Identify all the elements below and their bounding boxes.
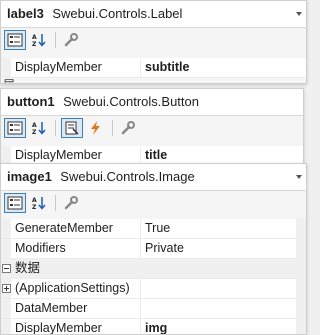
scrollbar[interactable] — [296, 218, 306, 334]
collapse-icon[interactable] — [2, 264, 11, 273]
alphabetical-icon[interactable]: AZ — [28, 193, 50, 213]
partial-text: 属 — [3, 79, 15, 83]
property-row[interactable]: DataMember — [1, 299, 306, 319]
object-name: image1 — [7, 169, 52, 184]
svg-text:Z: Z — [32, 41, 37, 47]
chevron-down-icon[interactable] — [296, 175, 302, 179]
object-type: Swebui.Controls.Button — [63, 94, 199, 109]
toolbar-separator — [55, 195, 56, 211]
object-type: Swebui.Controls.Label — [52, 6, 183, 21]
property-value[interactable]: Private — [145, 239, 184, 258]
svg-text:Z: Z — [32, 129, 37, 135]
property-name: Modifiers — [15, 239, 141, 258]
object-selector[interactable]: image1 Swebui.Controls.Image — [1, 164, 306, 191]
object-selector[interactable]: label3 Swebui.Controls.Label — [1, 1, 306, 28]
wrench-icon[interactable] — [61, 30, 83, 50]
object-name: label3 — [7, 6, 44, 21]
alphabetical-icon[interactable]: AZ — [28, 30, 50, 50]
svg-text:A: A — [32, 122, 37, 129]
toolbar-separator — [112, 120, 113, 136]
categorized-icon[interactable] — [4, 118, 26, 138]
row-margin — [1, 219, 11, 238]
category-row[interactable]: 数据 — [1, 259, 306, 279]
svg-text:A: A — [32, 197, 37, 204]
properties-panel-image1: image1 Swebui.Controls.Image AZ Generate… — [0, 163, 307, 335]
object-selector[interactable]: button1 Swebui.Controls.Button — [1, 89, 303, 116]
property-row[interactable]: Modifiers Private — [1, 239, 306, 259]
toolbar-separator — [55, 120, 56, 136]
property-row[interactable]: DisplayMember subtitle — [1, 58, 306, 78]
row-margin — [1, 239, 11, 258]
object-name: button1 — [7, 94, 55, 109]
properties-panel-label3: label3 Swebui.Controls.Label AZ DisplayM… — [0, 0, 307, 84]
object-type: Swebui.Controls.Image — [60, 169, 195, 184]
property-row[interactable]: (ApplicationSettings) — [1, 279, 306, 299]
property-grid: GenerateMember True Modifiers Private 数据… — [1, 219, 306, 334]
property-value[interactable]: True — [145, 219, 170, 238]
property-name: DisplayMember — [15, 58, 141, 77]
property-value[interactable]: subtitle — [145, 58, 189, 77]
property-name: GenerateMember — [15, 219, 141, 238]
alphabetical-icon[interactable]: AZ — [28, 118, 50, 138]
toolbar: AZ — [1, 116, 303, 140]
categorized-icon[interactable] — [4, 30, 26, 50]
property-name: (ApplicationSettings) — [15, 279, 141, 298]
property-name: DataMember — [15, 299, 141, 318]
categorized-icon[interactable] — [4, 193, 26, 213]
toolbar: AZ — [1, 28, 306, 52]
row-margin — [1, 299, 11, 318]
toolbar-separator — [55, 32, 56, 48]
toolbar: AZ — [1, 191, 306, 215]
property-row[interactable]: GenerateMember True — [1, 219, 306, 239]
row-margin — [1, 58, 11, 77]
category-name: 数据 — [15, 261, 41, 275]
wrench-icon[interactable] — [61, 193, 83, 213]
svg-text:Z: Z — [32, 204, 37, 210]
expand-icon[interactable] — [2, 284, 11, 293]
wrench-icon[interactable] — [118, 118, 140, 138]
properties-icon[interactable] — [61, 118, 83, 138]
events-icon[interactable] — [85, 118, 107, 138]
properties-panel-button1: button1 Swebui.Controls.Button AZ Displa… — [0, 88, 304, 166]
chevron-down-icon[interactable] — [296, 12, 302, 16]
svg-text:A: A — [32, 34, 37, 41]
